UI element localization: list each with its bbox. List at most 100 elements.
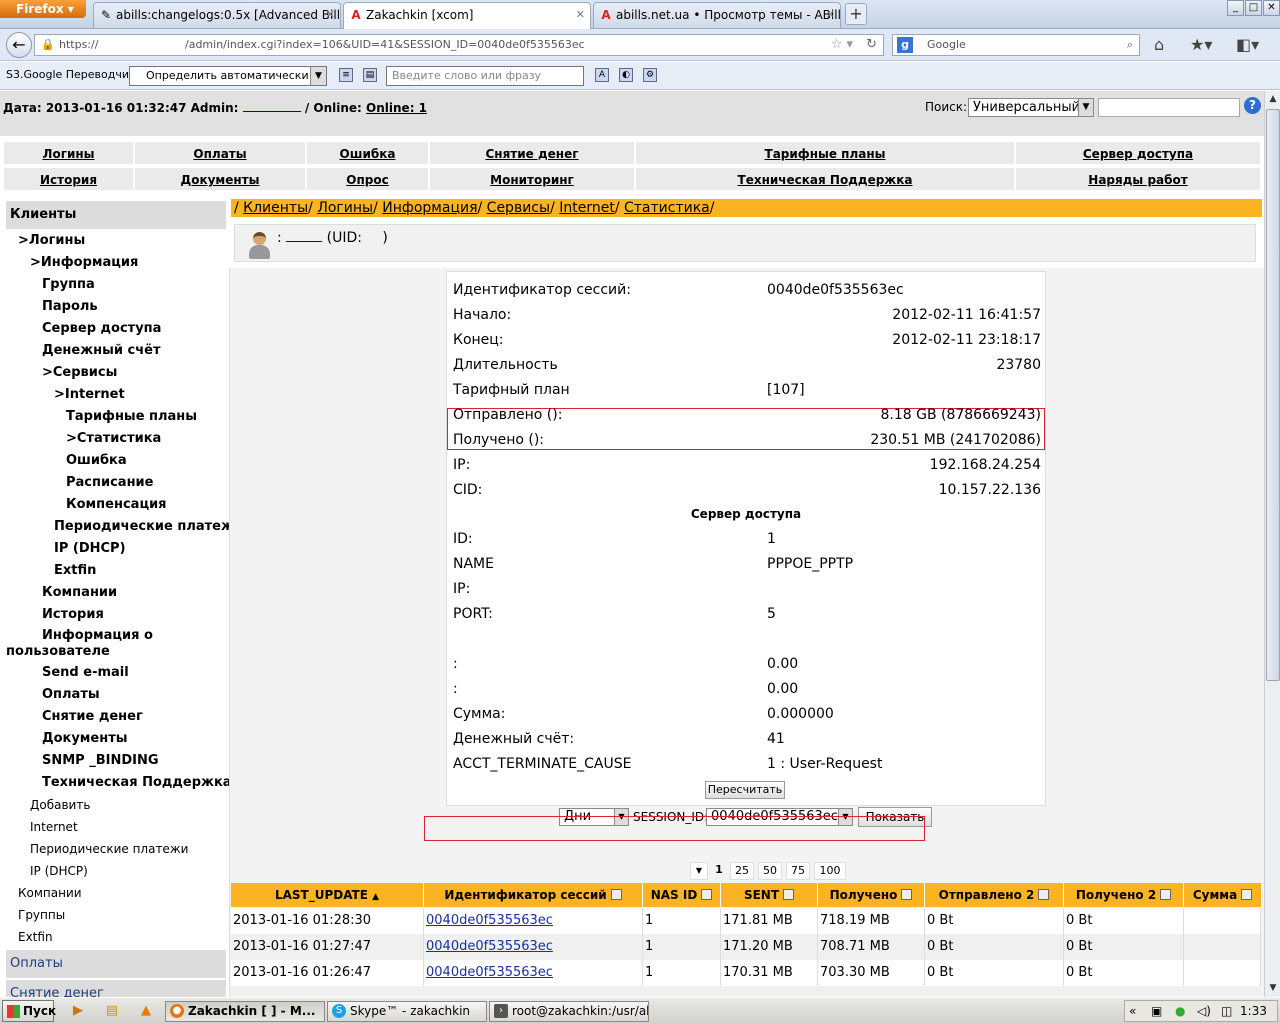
search-input[interactable]: [1098, 98, 1240, 117]
column-checkbox[interactable]: [1038, 889, 1050, 900]
sidebar-item[interactable]: Добавить: [30, 798, 90, 812]
sidebar-item[interactable]: Сервер доступа: [42, 321, 161, 336]
session-link[interactable]: 0040de0f535563ec: [426, 939, 553, 954]
sidebar-item[interactable]: пользователе: [6, 644, 110, 659]
help-icon[interactable]: ?: [1244, 97, 1261, 114]
scroll-down-icon[interactable]: ▼: [1266, 981, 1280, 996]
pager-option[interactable]: 75: [786, 862, 810, 880]
home-icon[interactable]: ⌂: [1154, 35, 1164, 54]
vertical-scrollbar[interactable]: ▲ ▼: [1264, 91, 1280, 997]
sidebar-item[interactable]: >Сервисы: [42, 365, 117, 380]
pager-option[interactable]: 25: [730, 862, 754, 880]
column-header-received2[interactable]: Получено 2: [1064, 883, 1184, 907]
sidebar-item[interactable]: Extfin: [18, 930, 53, 944]
menu-item-monitoring[interactable]: Мониторинг: [429, 167, 635, 191]
scroll-up-icon[interactable]: ▲: [1266, 92, 1280, 107]
breadcrumb-link[interactable]: Сервисы: [487, 200, 550, 216]
column-checkbox[interactable]: [783, 889, 795, 900]
sidebar-item[interactable]: Пароль: [42, 299, 98, 314]
breadcrumb-link[interactable]: Информация: [382, 200, 477, 216]
folder-icon[interactable]: ▤: [104, 1003, 120, 1019]
close-icon[interactable]: ✕: [826, 3, 835, 27]
sidebar-item[interactable]: SNMP _BINDING: [42, 753, 159, 768]
menu-item-history[interactable]: История: [3, 167, 134, 191]
window-close-button[interactable]: ✕: [1263, 0, 1280, 16]
sidebar-item[interactable]: >Логины: [18, 233, 85, 248]
sidebar-item[interactable]: Снятие денег: [42, 709, 143, 724]
menu-item-error[interactable]: Ошибка: [306, 141, 429, 165]
close-icon[interactable]: ✕: [326, 3, 335, 27]
tray-expand-icon[interactable]: «: [1129, 1004, 1136, 1018]
sidebar-item[interactable]: Техническая Поддержка: [42, 775, 232, 790]
taskbar-item-firefox[interactable]: ● Zakachkin [ ] - M...: [165, 1001, 325, 1022]
column-checkbox[interactable]: [1241, 889, 1253, 900]
addon-icon[interactable]: ◧▾: [1236, 35, 1259, 54]
minimize-button[interactable]: _: [1227, 0, 1244, 16]
sidebar-item[interactable]: IP (DHCP): [54, 541, 126, 556]
taskbar-item-skype[interactable]: S Skype™ - zakachkin: [327, 1001, 487, 1022]
translate-icon[interactable]: A: [595, 68, 609, 82]
sidebar-item[interactable]: Документы: [42, 731, 128, 746]
user-login-link[interactable]: [286, 230, 323, 242]
column-header-received[interactable]: Получено: [818, 883, 925, 907]
admin-name-link[interactable]: [242, 100, 301, 112]
column-header-nas-id[interactable]: NAS ID: [643, 883, 721, 907]
firefox-menu-button[interactable]: Firefox ▾: [0, 0, 86, 18]
column-checkbox[interactable]: [1160, 889, 1172, 900]
sidebar-header-withdraw[interactable]: Снятие денег: [6, 980, 226, 997]
translator-language-select[interactable]: Определить автоматически ▼: [129, 66, 327, 86]
menu-item-documents[interactable]: Документы: [134, 167, 306, 191]
sidebar-item[interactable]: Денежный счёт: [42, 343, 161, 358]
pager-option[interactable]: 100: [814, 862, 846, 880]
bookmark-star-icon[interactable]: ☆ ▾: [831, 35, 853, 55]
volume-icon[interactable]: ◁): [1197, 1004, 1211, 1018]
breadcrumb-link[interactable]: Internet: [559, 200, 615, 216]
sidebar-item[interactable]: Компании: [42, 585, 117, 600]
media-player-icon[interactable]: ▶: [70, 1003, 86, 1019]
settings-icon[interactable]: ⚙: [643, 68, 657, 82]
sidebar-item[interactable]: Extfin: [54, 563, 96, 578]
sidebar-item[interactable]: Расписание: [66, 475, 153, 490]
tab-abills-forum[interactable]: A abills.net.ua • Просмотр темы - ABillS…: [593, 2, 841, 28]
menu-item-poll[interactable]: Опрос: [306, 167, 429, 191]
scroll-thumb[interactable]: [1266, 109, 1280, 681]
web-search-input[interactable]: g Google ⌕: [892, 34, 1140, 56]
breadcrumb-link[interactable]: Статистика: [624, 200, 710, 216]
tab-zakachkin[interactable]: A Zakachkin [xcom] ✕: [343, 2, 591, 29]
taskbar-item-terminal[interactable]: ›root@zakachkin:/usr/abil...: [489, 1001, 649, 1022]
sidebar-item[interactable]: >Информация: [30, 255, 138, 270]
column-checkbox[interactable]: [901, 889, 913, 900]
search-type-select[interactable]: Универсальный ▼: [968, 98, 1094, 117]
reload-icon[interactable]: ↻: [866, 35, 877, 55]
start-button[interactable]: Пуск: [2, 1000, 56, 1022]
sidebar-item[interactable]: Internet: [30, 820, 78, 834]
bookmarks-icon[interactable]: ★▾: [1190, 35, 1212, 54]
breadcrumb-link[interactable]: Логины: [317, 200, 373, 216]
sidebar-item[interactable]: Группа: [42, 277, 95, 292]
column-checkbox[interactable]: [701, 889, 713, 900]
sidebar-item[interactable]: Тарифные планы: [66, 409, 197, 424]
sidebar-item[interactable]: Send e-mail: [42, 665, 129, 680]
column-header-last-update[interactable]: LAST_UPDATE ▲: [231, 883, 424, 907]
sidebar-item[interactable]: История: [42, 607, 104, 622]
url-bar[interactable]: 🔒 https:// /admin/index.cgi?index=106&UI…: [34, 34, 884, 56]
sidebar-item[interactable]: >Статистика: [66, 431, 161, 446]
sidebar-item[interactable]: Компании: [18, 886, 82, 900]
column-header-sent2[interactable]: Отправлено 2: [925, 883, 1064, 907]
tab-changelogs[interactable]: ✎ abills:changelogs:0.5x [Advanced Billi…: [93, 2, 341, 28]
menu-item-nas[interactable]: Сервер доступа: [1015, 141, 1261, 165]
sidebar-item[interactable]: Группы: [18, 908, 65, 922]
menu-item-payments[interactable]: Оплаты: [134, 141, 306, 165]
sidebar-header-payments[interactable]: Оплаты: [6, 950, 226, 978]
sidebar-item[interactable]: >Internet: [54, 387, 125, 402]
close-icon[interactable]: ✕: [576, 3, 585, 27]
pager-option[interactable]: 50: [758, 862, 782, 880]
dictionary-icon[interactable]: ▤: [363, 68, 377, 82]
session-link[interactable]: 0040de0f535563ec: [426, 965, 553, 980]
language-icon[interactable]: ◐: [619, 68, 633, 82]
column-checkbox[interactable]: [610, 889, 622, 900]
column-header-sent[interactable]: SENT: [721, 883, 818, 907]
menu-item-work-orders[interactable]: Наряды работ: [1015, 167, 1261, 191]
new-tab-button[interactable]: +: [845, 3, 867, 25]
menu-item-withdraw[interactable]: Снятие денег: [429, 141, 635, 165]
